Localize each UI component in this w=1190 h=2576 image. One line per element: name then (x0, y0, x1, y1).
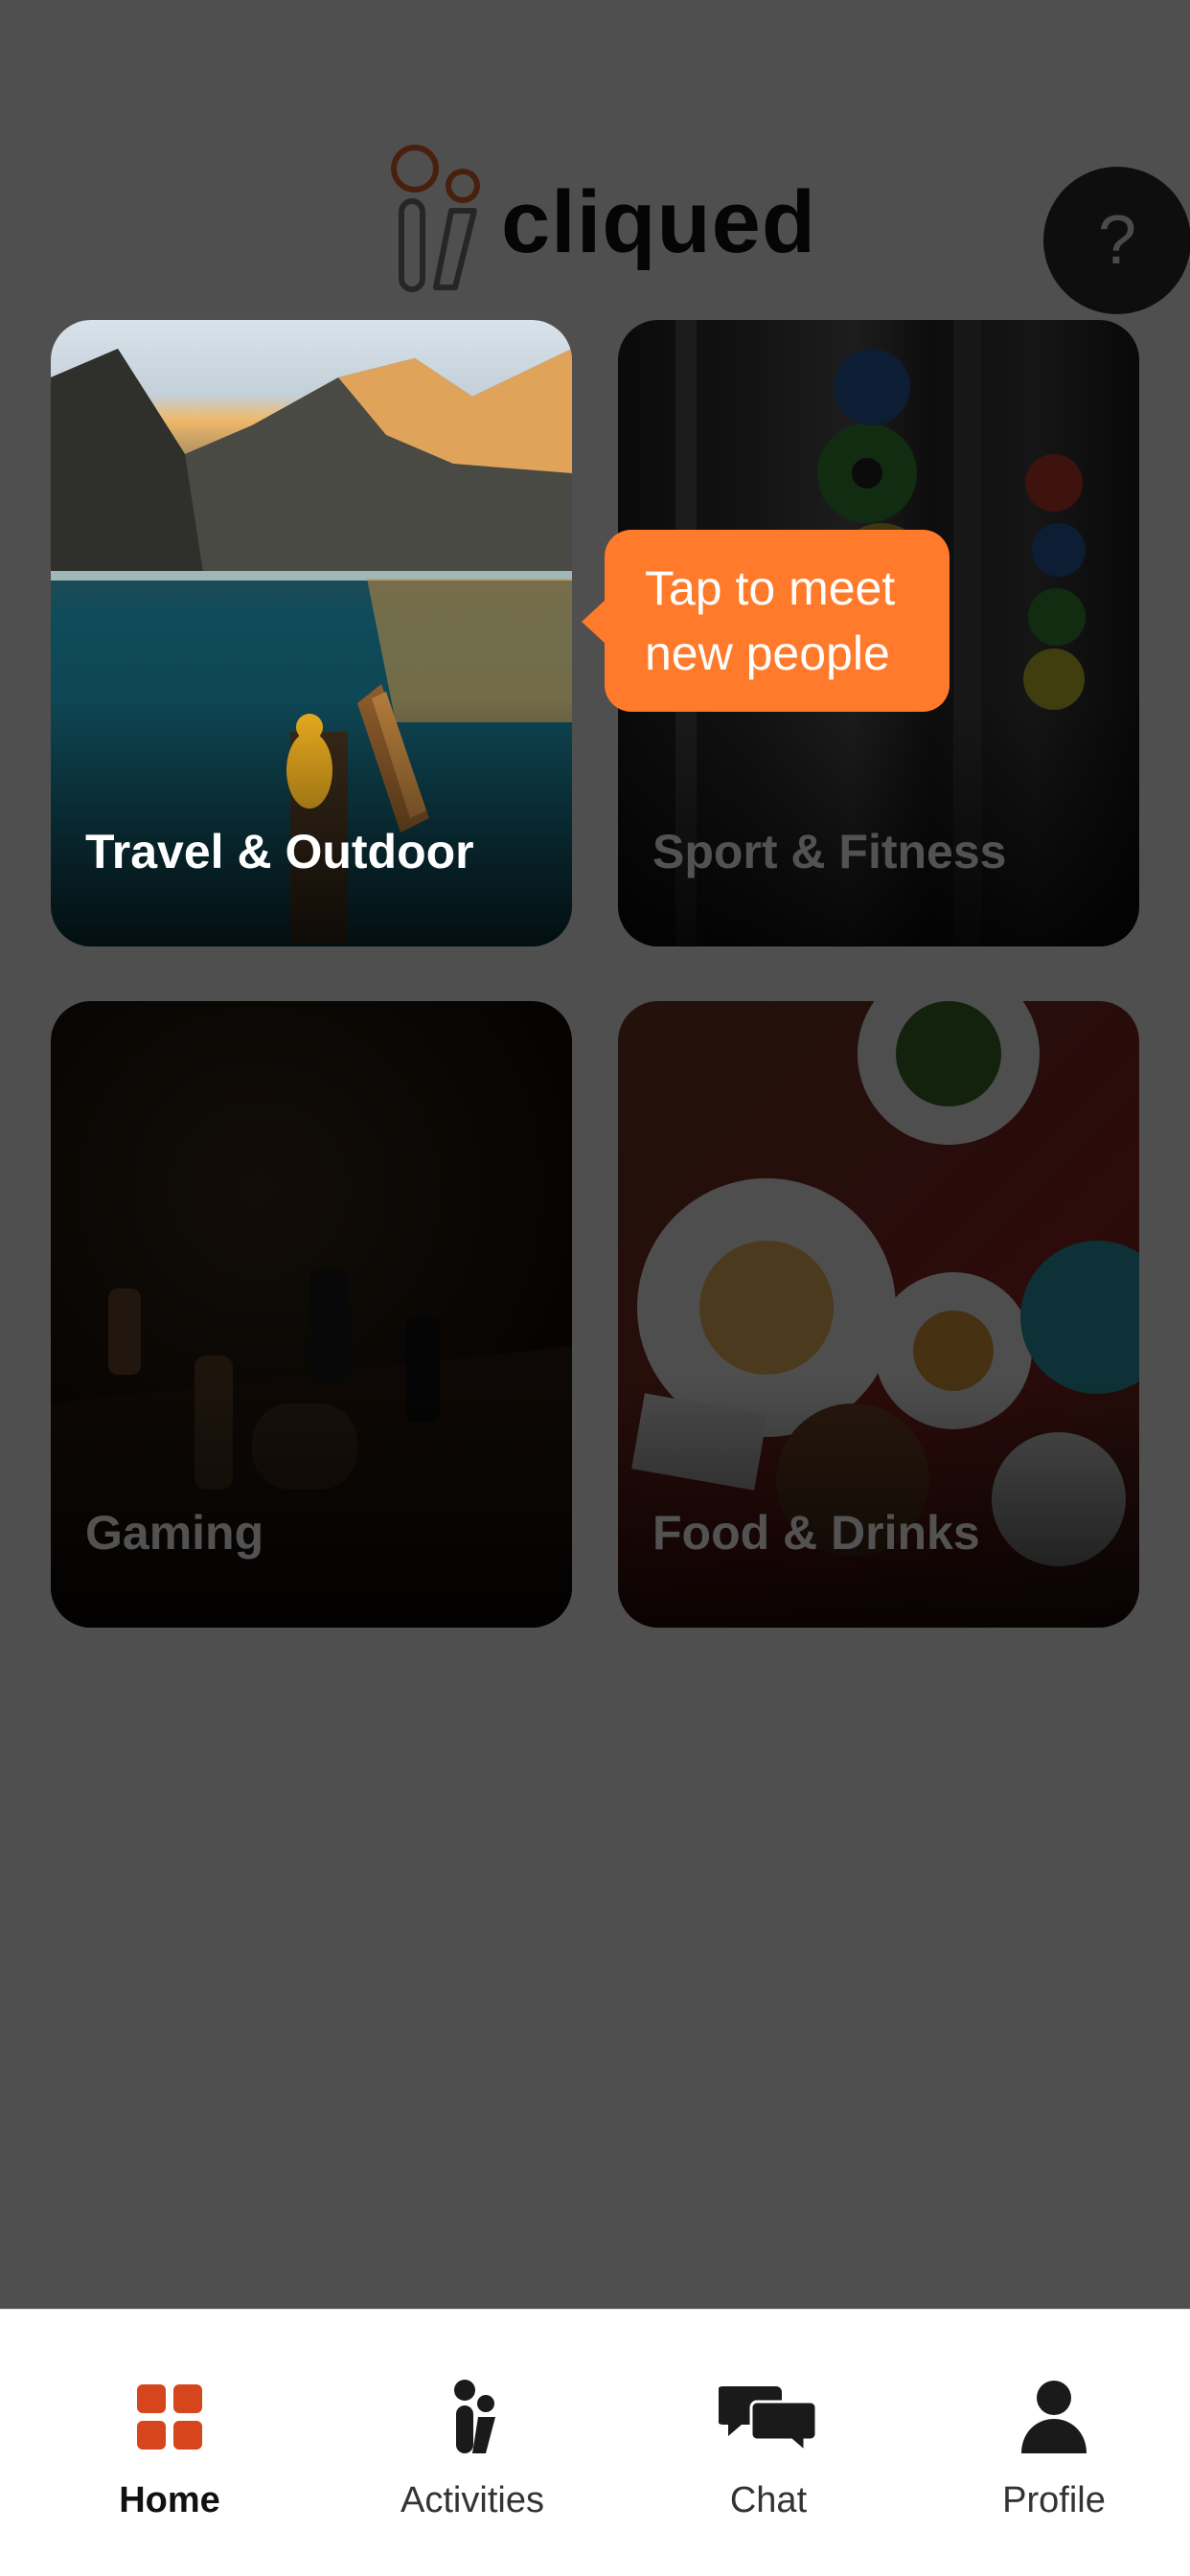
card-shade (51, 1379, 572, 1628)
app-logo: cliqued (388, 144, 815, 292)
bottom-navigation: Home Activities Chat Profile (0, 2309, 1190, 2576)
nav-item-profile[interactable]: Profile (939, 2377, 1169, 2549)
grid-icon (137, 2384, 202, 2450)
nav-label: Chat (729, 2480, 808, 2520)
chat-bubbles-icon (719, 2386, 818, 2455)
nav-item-activities[interactable]: Activities (357, 2377, 587, 2549)
category-card-food-drinks[interactable]: Food & Drinks (618, 1001, 1139, 1628)
card-shade (618, 697, 1139, 946)
nav-label: Home (119, 2480, 220, 2520)
people-icon (454, 2380, 495, 2453)
category-label: Travel & Outdoor (85, 825, 474, 878)
logo-mark-icon (391, 145, 480, 292)
tooltip-line-2: new people (645, 627, 890, 680)
category-label: Gaming (85, 1506, 264, 1560)
tooltip-line-1: Tap to meet (645, 561, 896, 615)
card-shade (51, 697, 572, 946)
header: cliqued ? (0, 0, 1190, 316)
card-shade (618, 1379, 1139, 1628)
help-button[interactable]: ? (1043, 167, 1190, 314)
nav-label: Activities (400, 2480, 544, 2520)
category-label: Food & Drinks (652, 1506, 980, 1560)
app-title: cliqued (501, 173, 817, 271)
category-card-travel-outdoor[interactable]: Travel & Outdoor (51, 320, 572, 946)
help-label: ? (1097, 202, 1137, 279)
nav-item-home[interactable]: Home (55, 2377, 285, 2549)
category-label: Sport & Fitness (652, 825, 1007, 878)
nav-label: Profile (1002, 2480, 1106, 2520)
person-icon (1021, 2381, 1087, 2453)
nav-item-chat[interactable]: Chat (653, 2377, 883, 2549)
onboarding-tooltip: Tap to meet new people (582, 530, 950, 712)
category-card-gaming[interactable]: Gaming (51, 1001, 572, 1628)
